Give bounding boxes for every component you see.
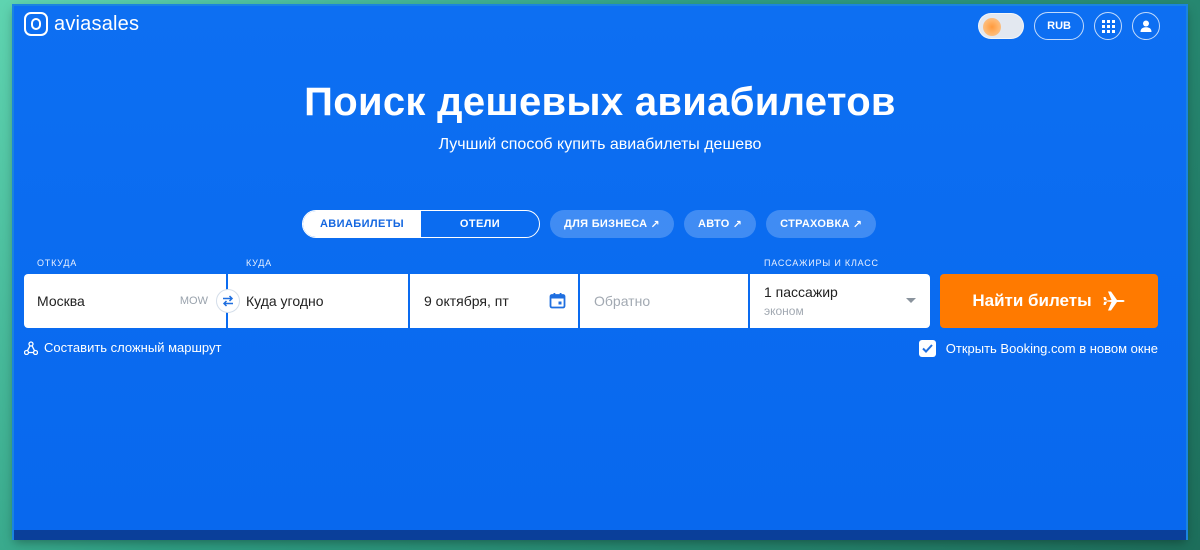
theme-toggle[interactable] [978,13,1025,39]
currency-button[interactable]: RUB [1034,12,1084,40]
swap-arrows-icon [222,295,234,307]
page-subtitle: Лучший способ купить авиабилеты дешево [438,136,762,153]
tab-auto[interactable]: АВТО ↗ [683,210,757,238]
logo[interactable]: aviasales [24,12,139,36]
calendar-icon [549,293,566,309]
complex-route-label: Составить сложный маршрут [44,340,222,355]
tab-business[interactable]: ДЛЯ БИЗНЕСА ↗ [550,210,674,238]
bottom-edge [14,530,1186,540]
from-airport-code: MOW [179,295,208,307]
passengers-count: 1 пассажир [764,284,838,300]
open-booking-checkbox[interactable] [918,340,936,357]
page-title: Поиск дешевых авиабилетов [304,80,896,124]
complex-route-link[interactable]: Составить сложный маршрут [24,340,221,355]
sun-icon [983,18,1002,36]
tab-business-label: ДЛЯ БИЗНЕСА [564,218,648,230]
search-button[interactable]: Найти билеты [940,274,1158,328]
to-value: Куда угодно [246,293,324,309]
from-input[interactable]: Москва MOW [24,274,226,328]
aviasales-logo-icon [24,12,48,36]
tab-insurance[interactable]: СТРАХОВКА ↗ [766,210,877,238]
header-controls: RUB [978,12,1160,40]
to-input[interactable]: Куда угодно [228,274,408,328]
user-icon [1140,20,1152,32]
aviasales-page: aviasales RUB Поиск дешевых авиабилетов … [14,6,1186,538]
open-booking-option: Открыть Booking.com в новом окне [918,340,1158,357]
from-label: ОТКУДА [37,258,78,268]
open-booking-label: Открыть Booking.com в новом окне [945,341,1158,356]
return-date-input[interactable]: Обратно [580,274,748,328]
tab-insurance-label: СТРАХОВКА [780,218,850,230]
depart-date-value: 9 октября, пт [424,293,509,309]
segment-control: АВИАБИЛЕТЫ ОТЕЛИ [302,210,540,238]
return-date-placeholder: Обратно [594,293,651,309]
chevron-down-icon [906,298,916,303]
travel-class: эконом [764,304,804,318]
logo-text: aviasales [54,12,140,35]
swap-button[interactable] [216,289,240,313]
external-link-icon: ↗ [650,218,660,231]
tab-hotels[interactable]: ОТЕЛИ [421,211,539,237]
external-link-icon: ↗ [852,218,863,231]
search-button-label: Найти билеты [972,291,1092,310]
apps-menu-button[interactable] [1094,12,1122,40]
from-value: Москва [37,293,85,309]
to-label: КУДА [246,258,272,268]
apps-grid-icon [1101,19,1115,33]
depart-date-input[interactable]: 9 октября, пт [410,274,578,328]
passengers-select[interactable]: 1 пассажир эконом [750,274,930,328]
tab-flights[interactable]: АВИАБИЛЕТЫ [303,211,421,237]
external-link-icon: ↗ [732,218,743,231]
passengers-label: ПАССАЖИРЫ И КЛАСС [764,258,879,268]
checkmark-icon [922,344,933,353]
route-nodes-icon [24,340,38,355]
airplane-icon [1102,291,1125,311]
profile-button[interactable] [1132,12,1160,40]
search-type-tabs: АВИАБИЛЕТЫ ОТЕЛИ ДЛЯ БИЗНЕСА ↗ АВТО ↗ СТ… [302,210,877,238]
tab-auto-label: АВТО [697,218,730,230]
